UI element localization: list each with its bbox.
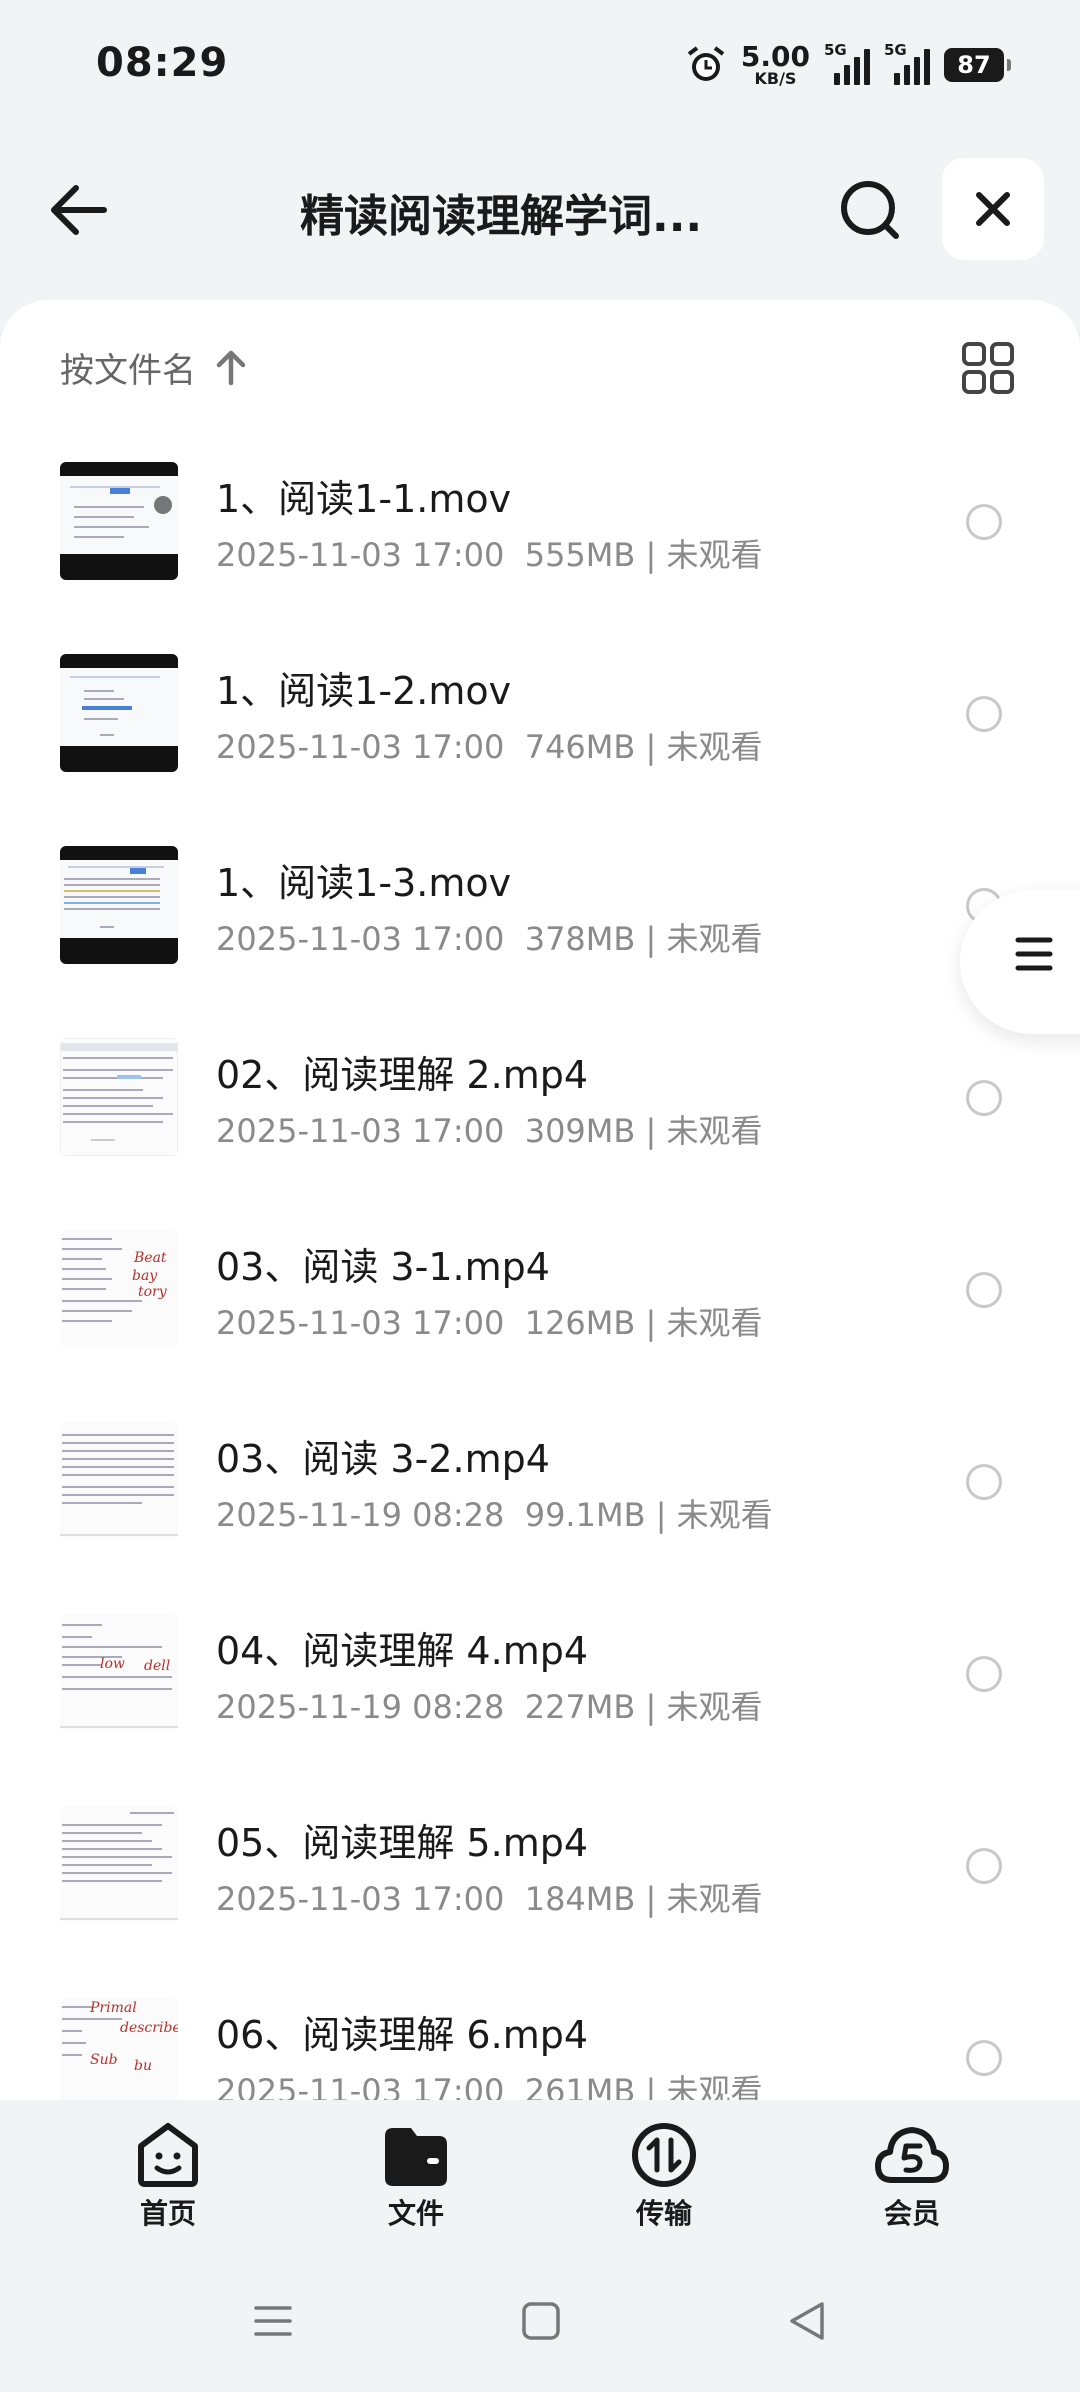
system-navigation-bar bbox=[0, 2250, 1080, 2392]
file-meta: 2025-11-19 08:28 99.1MB | 未观看 bbox=[216, 1496, 773, 1534]
file-row[interactable]: 02、阅读理解 2.mp4 2025-11-03 17:00 309MB | 未… bbox=[0, 1006, 1080, 1198]
menu-icon bbox=[1015, 937, 1053, 971]
file-meta: 2025-11-03 17:00 184MB | 未观看 bbox=[216, 1880, 763, 1918]
select-radio[interactable] bbox=[966, 504, 1002, 540]
select-radio[interactable] bbox=[966, 1656, 1002, 1692]
battery-icon: 87 bbox=[944, 48, 1011, 82]
video-thumbnail bbox=[60, 1422, 178, 1540]
recent-apps-icon[interactable] bbox=[252, 2300, 294, 2342]
file-meta: 2025-11-03 17:00 261MB | 未观看 bbox=[216, 2072, 763, 2100]
folder-icon bbox=[385, 2128, 447, 2186]
sort-ascending-arrow-icon bbox=[216, 350, 246, 386]
file-meta: 2025-11-03 17:00 555MB | 未观看 bbox=[216, 536, 763, 574]
signal-icon-1: 5G bbox=[824, 41, 870, 85]
file-meta: 2025-11-03 17:00 309MB | 未观看 bbox=[216, 1112, 763, 1150]
net-speed: 5.00 KB/S bbox=[740, 40, 810, 88]
close-icon bbox=[976, 192, 1010, 226]
search-icon bbox=[841, 181, 899, 239]
search-button[interactable] bbox=[830, 170, 910, 250]
back-button[interactable] bbox=[40, 170, 120, 250]
sort-control[interactable]: 按文件名 bbox=[60, 342, 248, 392]
file-name: 03、阅读 3-1.mp4 bbox=[216, 1245, 550, 1289]
grid-view-button[interactable] bbox=[960, 340, 1016, 396]
cloud-member-icon bbox=[875, 2127, 949, 2183]
select-radio[interactable] bbox=[966, 1272, 1002, 1308]
back-triangle-icon[interactable] bbox=[786, 2300, 828, 2342]
transfer-icon bbox=[632, 2123, 696, 2187]
file-list-card: 按文件名 1、阅读1-1.mov 2025-11-03 17:00 555MB … bbox=[0, 300, 1080, 2100]
grid-view-icon bbox=[962, 342, 1014, 394]
file-meta: 2025-11-03 17:00 378MB | 未观看 bbox=[216, 920, 763, 958]
file-name: 1、阅读1-1.mov bbox=[216, 477, 512, 521]
file-row[interactable]: Primal describe Sub bu 06、阅读理解 6.mp4 202… bbox=[0, 1966, 1080, 2100]
header: 精读阅读理解学词... bbox=[0, 150, 1080, 270]
file-name: 03、阅读 3-2.mp4 bbox=[216, 1437, 550, 1481]
video-thumbnail: Beat bay tory bbox=[60, 1230, 178, 1348]
status-icons: 5.00 KB/S 5G 5G 87 bbox=[685, 40, 1011, 90]
file-row[interactable]: 1、阅读1-1.mov 2025-11-03 17:00 555MB | 未观看 bbox=[0, 430, 1080, 622]
file-meta: 2025-11-19 08:28 227MB | 未观看 bbox=[216, 1688, 763, 1726]
file-meta: 2025-11-03 17:00 746MB | 未观看 bbox=[216, 728, 763, 766]
video-thumbnail: Primal describe Sub bu bbox=[60, 1998, 178, 2100]
page-title: 精读阅读理解学词... bbox=[300, 191, 703, 242]
back-arrow-icon bbox=[51, 185, 107, 235]
video-thumbnail: low dell bbox=[60, 1614, 178, 1732]
home-square-icon[interactable] bbox=[520, 2300, 562, 2342]
file-row[interactable]: 1、阅读1-3.mov 2025-11-03 17:00 378MB | 未观看 bbox=[0, 814, 1080, 1006]
select-radio[interactable] bbox=[966, 2040, 1002, 2076]
file-name: 05、阅读理解 5.mp4 bbox=[216, 1821, 589, 1865]
file-name: 1、阅读1-3.mov bbox=[216, 861, 512, 905]
file-row[interactable]: Beat bay tory 03、阅读 3-1.mp4 2025-11-03 1… bbox=[0, 1198, 1080, 1390]
close-button[interactable] bbox=[942, 158, 1044, 260]
file-row[interactable]: 03、阅读 3-2.mp4 2025-11-19 08:28 99.1MB | … bbox=[0, 1390, 1080, 1582]
file-row[interactable]: 05、阅读理解 5.mp4 2025-11-03 17:00 184MB | 未… bbox=[0, 1774, 1080, 1966]
video-thumbnail bbox=[60, 846, 178, 964]
video-thumbnail bbox=[60, 654, 178, 772]
select-radio[interactable] bbox=[966, 1080, 1002, 1116]
status-bar: 08:29 5.00 KB/S 5G 5G 87 bbox=[0, 0, 1080, 130]
status-time: 08:29 bbox=[96, 40, 229, 86]
video-thumbnail bbox=[60, 1038, 178, 1156]
sort-label: 按文件名 bbox=[60, 350, 196, 391]
file-row[interactable]: 1、阅读1-2.mov 2025-11-03 17:00 746MB | 未观看 bbox=[0, 622, 1080, 814]
file-list: 1、阅读1-1.mov 2025-11-03 17:00 555MB | 未观看… bbox=[0, 430, 1080, 2100]
nav-home[interactable]: 首页 bbox=[108, 2122, 228, 2232]
nav-member[interactable]: 会员 bbox=[852, 2122, 972, 2232]
file-name: 06、阅读理解 6.mp4 bbox=[216, 2013, 589, 2057]
select-radio[interactable] bbox=[966, 696, 1002, 732]
select-radio[interactable] bbox=[966, 1464, 1002, 1500]
nav-files[interactable]: 文件 bbox=[356, 2122, 476, 2232]
file-name: 04、阅读理解 4.mp4 bbox=[216, 1629, 589, 1673]
file-name: 1、阅读1-2.mov bbox=[216, 669, 512, 713]
bottom-nav: 首页 文件 传输 会员 bbox=[0, 2100, 1080, 2250]
signal-icon-2: 5G bbox=[884, 41, 930, 85]
select-radio[interactable] bbox=[966, 1848, 1002, 1884]
video-thumbnail bbox=[60, 462, 178, 580]
file-row[interactable]: low dell 04、阅读理解 4.mp4 2025-11-19 08:28 … bbox=[0, 1582, 1080, 1774]
alarm-icon bbox=[687, 46, 725, 81]
home-face-icon bbox=[138, 2123, 198, 2187]
video-thumbnail bbox=[60, 1806, 178, 1924]
nav-transfer[interactable]: 传输 bbox=[604, 2122, 724, 2232]
file-meta: 2025-11-03 17:00 126MB | 未观看 bbox=[216, 1304, 763, 1342]
file-name: 02、阅读理解 2.mp4 bbox=[216, 1053, 589, 1097]
